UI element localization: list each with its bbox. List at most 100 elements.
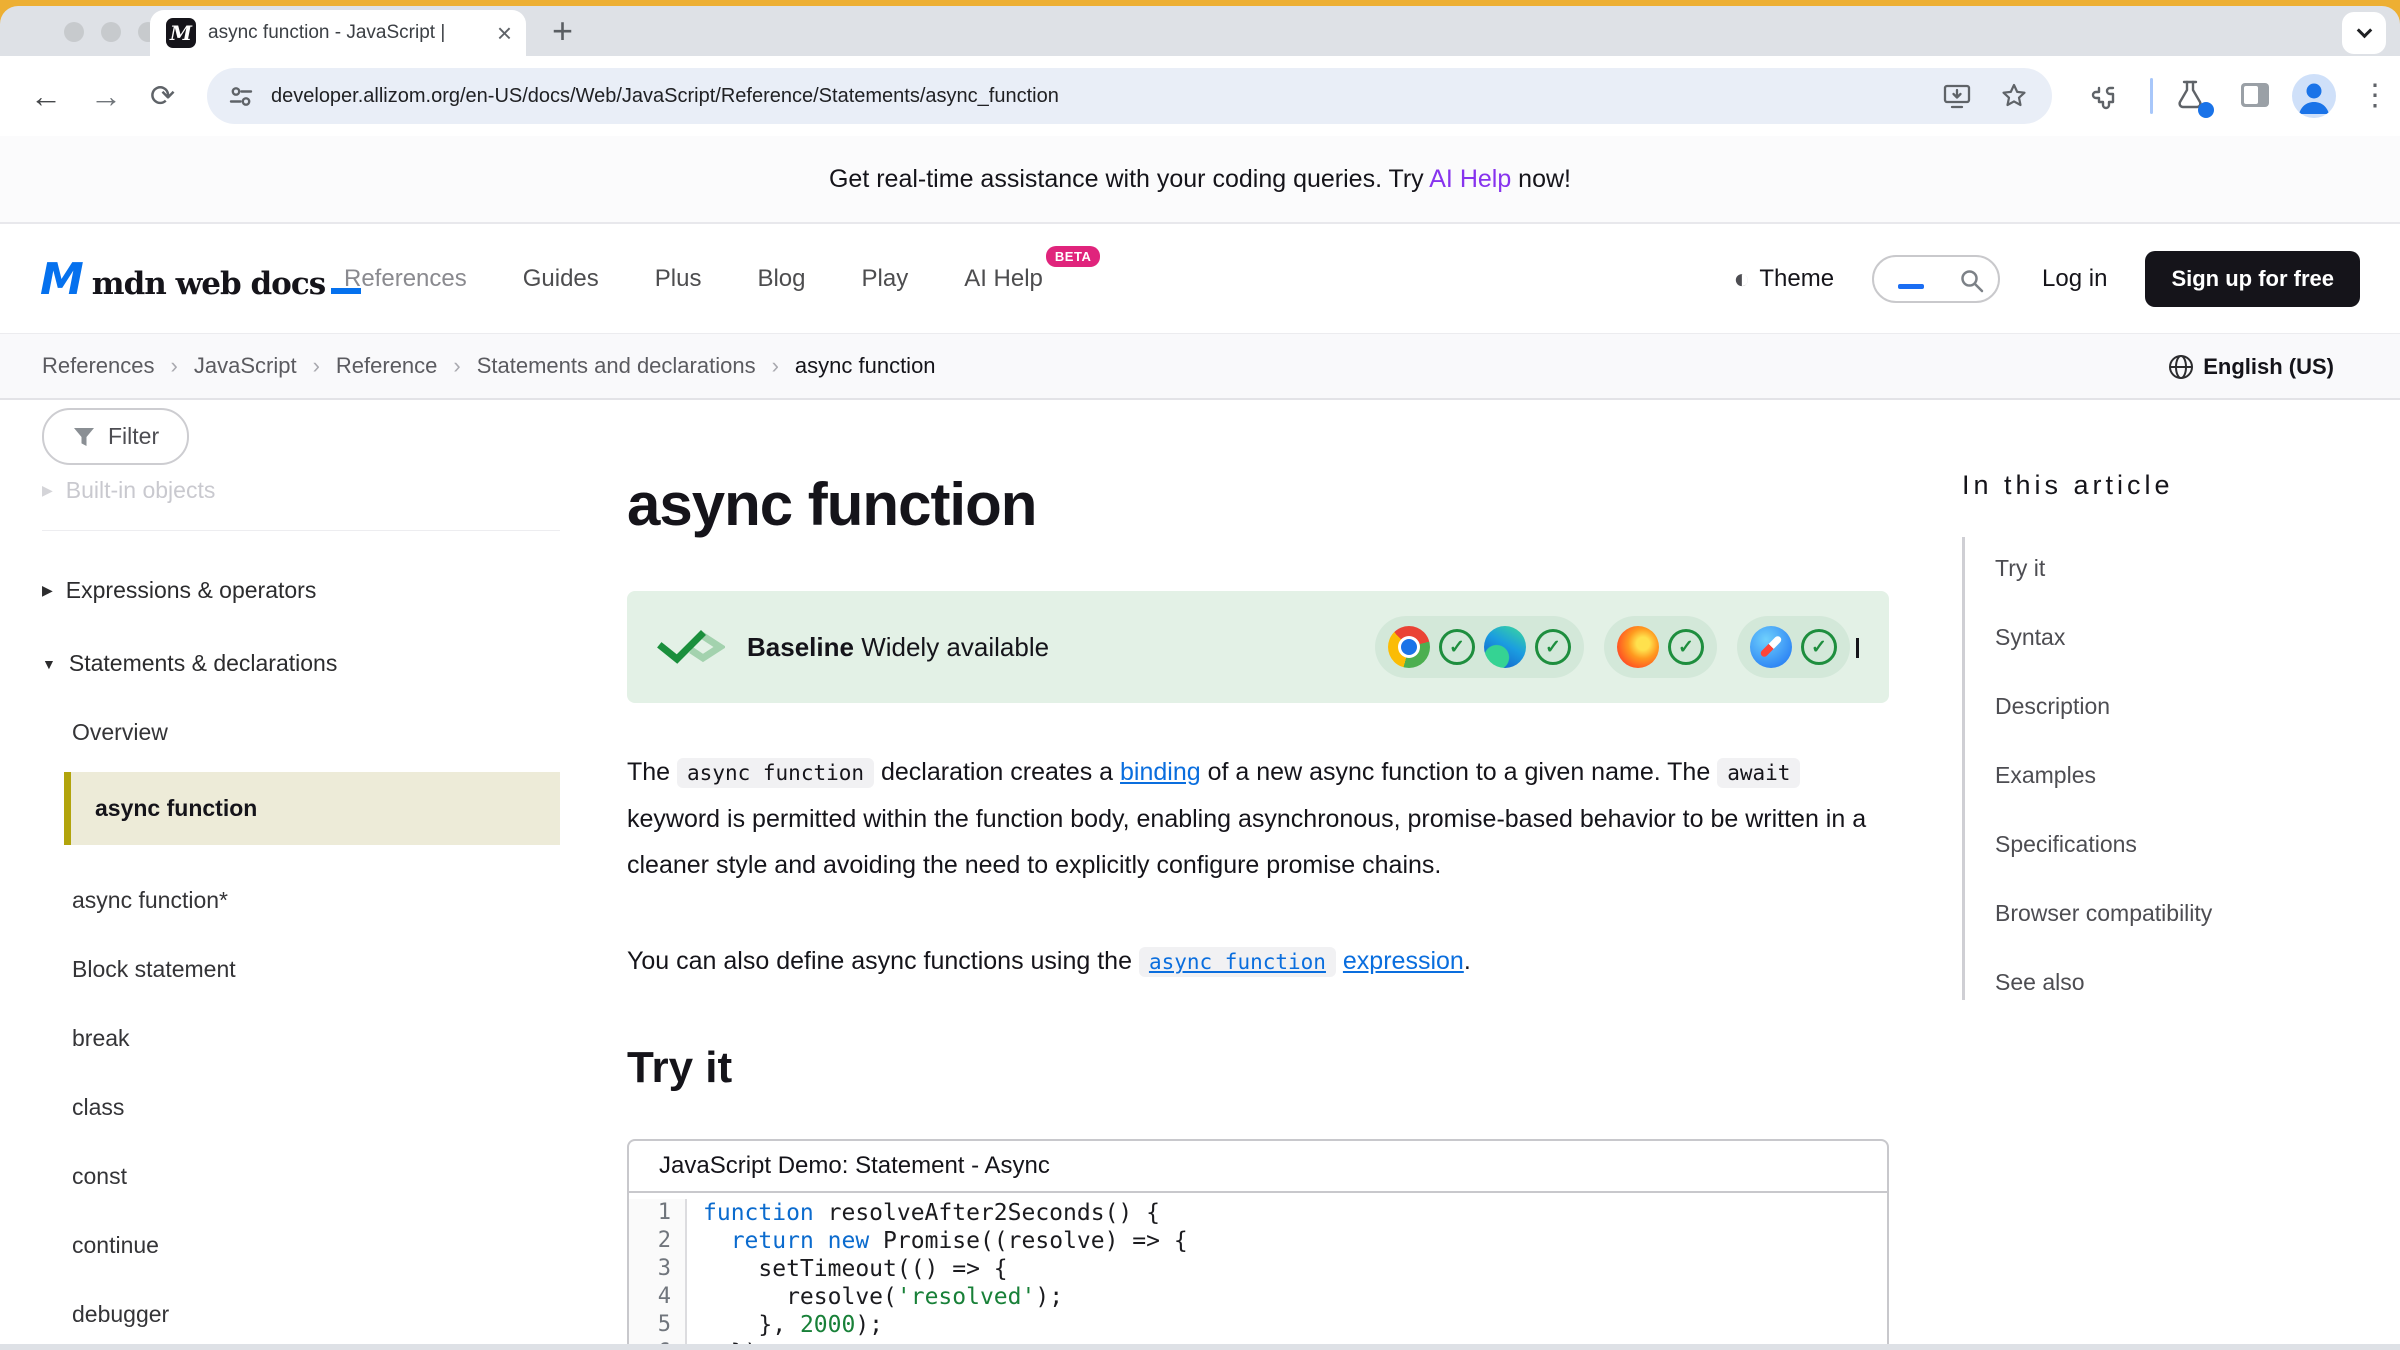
breadcrumb: References›JavaScript›Reference›Statemen… xyxy=(42,353,936,379)
language-label: English (US) xyxy=(2203,354,2334,380)
nav-item-blog[interactable]: Blog xyxy=(757,265,805,293)
text-segment: of a new async function to a given name.… xyxy=(1201,758,1718,786)
sidebar-section-statements-declarations[interactable]: ▼Statements & declarations xyxy=(42,650,560,677)
signup-button[interactable]: Sign up for free xyxy=(2145,251,2360,307)
profile-avatar[interactable] xyxy=(2292,74,2336,118)
inline-link-expression[interactable]: expression xyxy=(1343,947,1464,975)
intro-paragraph: The async function declaration creates a… xyxy=(627,749,1879,888)
code-token: function xyxy=(703,1200,814,1226)
inline-link-async-function[interactable]: async function xyxy=(1139,947,1336,977)
tab-strip: M async function - JavaScript | × + xyxy=(0,6,2400,56)
sidebar-item-break[interactable]: break xyxy=(72,1025,560,1052)
baseline-label: Baseline xyxy=(747,632,854,662)
mdn-header: M mdn web docs References Guides Plus Blog P… xyxy=(0,224,2400,334)
window-controls xyxy=(64,22,158,42)
code-line: 1function resolveAfter2Seconds() { xyxy=(629,1199,1887,1227)
browser-support-pill: ✓✓ xyxy=(1375,616,1584,678)
toc-item-specifications[interactable]: Specifications xyxy=(1995,831,2392,858)
text-segment: keyword is permitted within the function… xyxy=(627,805,1866,879)
sidebar-section-built-in-objects[interactable]: ▶Built-in objects xyxy=(42,477,560,531)
login-link[interactable]: Log in xyxy=(2042,265,2107,293)
breadcrumb-item-reference[interactable]: Reference xyxy=(336,353,438,379)
close-tab-icon[interactable]: × xyxy=(497,20,512,46)
line-number: 6 xyxy=(629,1339,687,1344)
sidebar-section-expressions-operators[interactable]: ▶Expressions & operators xyxy=(42,577,560,604)
breadcrumb-item-javascript[interactable]: JavaScript xyxy=(194,353,297,379)
toc-item-examples[interactable]: Examples xyxy=(1995,762,2392,789)
breadcrumb-separator: › xyxy=(171,353,178,379)
search-icon[interactable] xyxy=(1958,267,1986,295)
mdn-logo[interactable]: M mdn web docs xyxy=(40,254,361,305)
back-icon[interactable]: ← xyxy=(30,78,62,115)
breadcrumb-item-statements-and-declarations[interactable]: Statements and declarations xyxy=(477,353,756,379)
nav-item-play[interactable]: Play xyxy=(862,265,909,293)
toc-item-syntax[interactable]: Syntax xyxy=(1995,624,2392,651)
sidebar-item-const[interactable]: const xyxy=(72,1163,560,1190)
nav-item-plus[interactable]: Plus xyxy=(655,265,702,293)
install-page-icon[interactable] xyxy=(1942,82,1972,110)
bookmark-star-icon[interactable] xyxy=(2000,82,2028,110)
forward-icon[interactable]: → xyxy=(90,78,122,115)
theme-label: Theme xyxy=(1759,265,1834,293)
code-line: 5 }, 2000); xyxy=(629,1311,1887,1339)
code-token: ); xyxy=(1035,1284,1063,1310)
sidebar-item-class[interactable]: class xyxy=(72,1094,560,1121)
reload-icon[interactable]: ⟳ xyxy=(150,79,175,114)
breadcrumb-item-references[interactable]: References xyxy=(42,353,155,379)
sidebar-item-async-function[interactable]: async function xyxy=(64,772,560,845)
sidebar-item-debugger[interactable]: debugger xyxy=(72,1301,560,1328)
nav-item-ai-help[interactable]: AI HelpBETA xyxy=(964,265,1100,293)
edge-icon xyxy=(1484,626,1526,668)
code-line: 2 return new Promise((resolve) => { xyxy=(629,1227,1887,1255)
theme-toggle[interactable]: ◐ Theme xyxy=(1733,265,1834,293)
search-input[interactable] xyxy=(1872,255,2000,303)
sidebar-filter-button[interactable]: Filter xyxy=(42,408,189,465)
toc-item-see-also[interactable]: See also xyxy=(1995,969,2392,996)
mdn-logo-m: M xyxy=(40,254,84,305)
code-editor[interactable]: 1function resolveAfter2Seconds() {2 retu… xyxy=(629,1193,1887,1344)
code-token: }); xyxy=(703,1340,772,1344)
breadcrumb-separator: › xyxy=(313,353,320,379)
sidebar-section-label: Expressions & operators xyxy=(66,577,317,604)
baseline-status: Baseline Widely available xyxy=(747,632,1049,663)
toc: In this article Try itSyntaxDescriptionE… xyxy=(1962,470,2392,1000)
sidebar-item-async-function[interactable]: async function* xyxy=(72,887,560,914)
code-text: setTimeout(() => { xyxy=(687,1255,1008,1283)
tab-search-button[interactable] xyxy=(2342,12,2386,54)
minimize-window-button[interactable] xyxy=(101,22,121,42)
code-text: function resolveAfter2Seconds() { xyxy=(687,1199,1160,1227)
browser-tab[interactable]: M async function - JavaScript | × xyxy=(150,10,526,56)
toc-item-description[interactable]: Description xyxy=(1995,693,2392,720)
new-tab-button[interactable]: + xyxy=(552,10,573,52)
text-segment: Get real-time assistance with your codin… xyxy=(829,165,1429,193)
sidebar-item-block-statement[interactable]: Block statement xyxy=(72,956,560,983)
extensions-icon[interactable] xyxy=(2085,80,2117,112)
inline-link-ai-help[interactable]: AI Help xyxy=(1429,165,1511,193)
toc-item-browser-compatibility[interactable]: Browser compatibility xyxy=(1995,900,2392,927)
code-token: resolve( xyxy=(703,1284,897,1310)
toc-item-try-it[interactable]: Try it xyxy=(1995,555,2392,582)
close-window-button[interactable] xyxy=(64,22,84,42)
sidebar-item-continue[interactable]: continue xyxy=(72,1232,560,1259)
mdn-favicon: M xyxy=(166,18,196,48)
baseline-expand-button[interactable] xyxy=(1850,638,1859,656)
firefox-icon xyxy=(1617,626,1659,668)
side-panel-icon[interactable] xyxy=(2240,82,2270,108)
browser-menu-icon[interactable]: ⋮ xyxy=(2360,78,2390,113)
nav-item-guides[interactable]: Guides xyxy=(523,265,599,293)
language-switcher[interactable]: English (US) xyxy=(2168,334,2334,400)
inline-link-binding[interactable]: binding xyxy=(1120,758,1201,786)
text-segment: async function xyxy=(677,758,874,788)
breadcrumb-item-async-function[interactable]: async function xyxy=(795,353,936,379)
site-info-icon[interactable] xyxy=(227,82,255,110)
url-text[interactable]: developer.allizom.org/en-US/docs/Web/Jav… xyxy=(271,85,1059,108)
address-bar[interactable]: developer.allizom.org/en-US/docs/Web/Jav… xyxy=(207,68,2052,124)
screen: M async function - JavaScript | × + ← → … xyxy=(0,0,2400,1350)
code-line: 3 setTimeout(() => { xyxy=(629,1255,1887,1283)
nav-item-references[interactable]: References xyxy=(344,265,467,293)
chevron-down-icon xyxy=(1856,638,1859,658)
sidebar-item-overview[interactable]: Overview xyxy=(72,719,560,746)
beta-badge: BETA xyxy=(1046,246,1100,267)
supported-check-icon: ✓ xyxy=(1439,629,1475,665)
labs-flask-icon[interactable] xyxy=(2172,78,2212,118)
